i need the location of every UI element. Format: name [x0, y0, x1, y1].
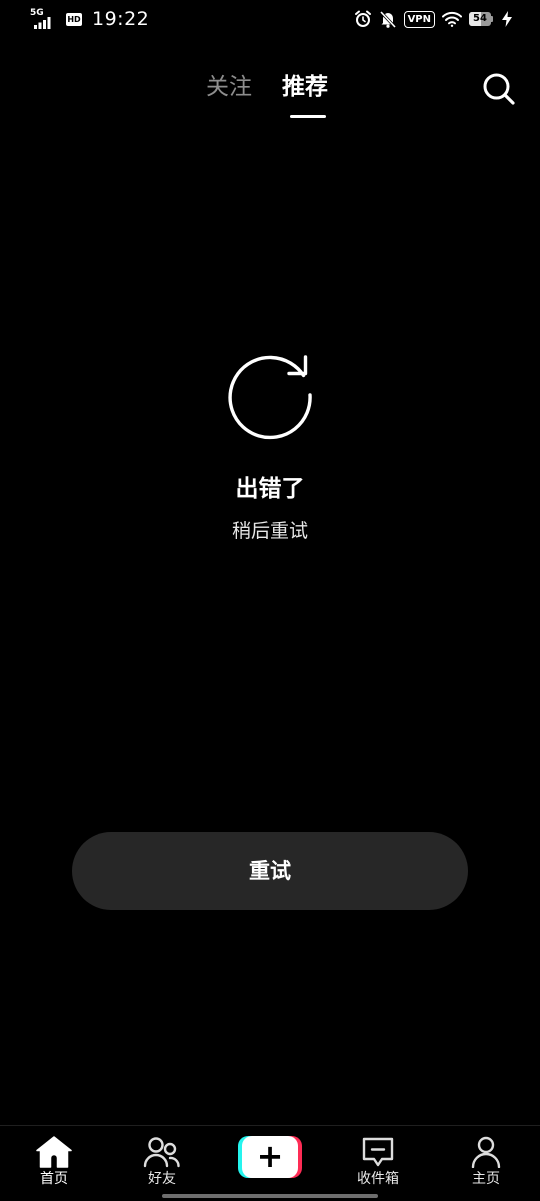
network-indicator: 5G [30, 9, 54, 29]
nav-label-profile: 主页 [472, 1171, 500, 1187]
wifi-icon [442, 11, 462, 27]
error-title: 出错了 [235, 476, 305, 502]
bottom-nav-bar: 首页 好友 + 收件箱 主页 [0, 1125, 540, 1201]
battery-indicator: 54 [469, 12, 495, 26]
status-left: 5G HD 19:22 [30, 8, 149, 30]
nav-label-home: 首页 [40, 1171, 68, 1187]
friends-icon [143, 1137, 180, 1168]
top-tab-bar: 关注 推荐 [0, 62, 540, 122]
refresh-icon [228, 355, 312, 440]
hd-badge: HD [66, 12, 82, 26]
nav-label-inbox: 收件箱 [357, 1171, 399, 1187]
error-subtitle: 稍后重试 [231, 520, 308, 542]
home-icon [36, 1136, 72, 1168]
alarm-icon [354, 10, 371, 27]
nav-item-inbox[interactable]: 收件箱 [338, 1136, 418, 1194]
battery-nub [491, 16, 493, 22]
nav-item-profile[interactable]: 主页 [446, 1136, 526, 1194]
create-button[interactable]: + [238, 1136, 302, 1178]
mute-icon [379, 10, 396, 28]
charging-icon [502, 11, 512, 27]
retry-button[interactable]: 重试 [72, 832, 468, 910]
nav-label-friends: 好友 [148, 1171, 176, 1187]
clock: 19:22 [92, 8, 150, 30]
status-right: VPN 54 [354, 10, 512, 28]
vpn-badge: VPN [403, 10, 435, 28]
signal-icon [34, 17, 51, 29]
status-bar: 5G HD 19:22 VPN 54 [0, 0, 540, 44]
tab-following[interactable]: 关注 [206, 72, 252, 102]
tab-recommend[interactable]: 推荐 [282, 72, 328, 102]
profile-icon [471, 1136, 501, 1168]
battery-level-label: 54 [473, 13, 487, 24]
plus-icon: + [256, 1137, 284, 1175]
active-tab-indicator [290, 115, 326, 118]
nav-item-home[interactable]: 首页 [14, 1136, 94, 1194]
home-indicator[interactable] [162, 1194, 378, 1198]
inbox-icon [362, 1137, 394, 1167]
nav-item-friends[interactable]: 好友 [122, 1136, 202, 1194]
search-icon[interactable] [480, 70, 518, 108]
